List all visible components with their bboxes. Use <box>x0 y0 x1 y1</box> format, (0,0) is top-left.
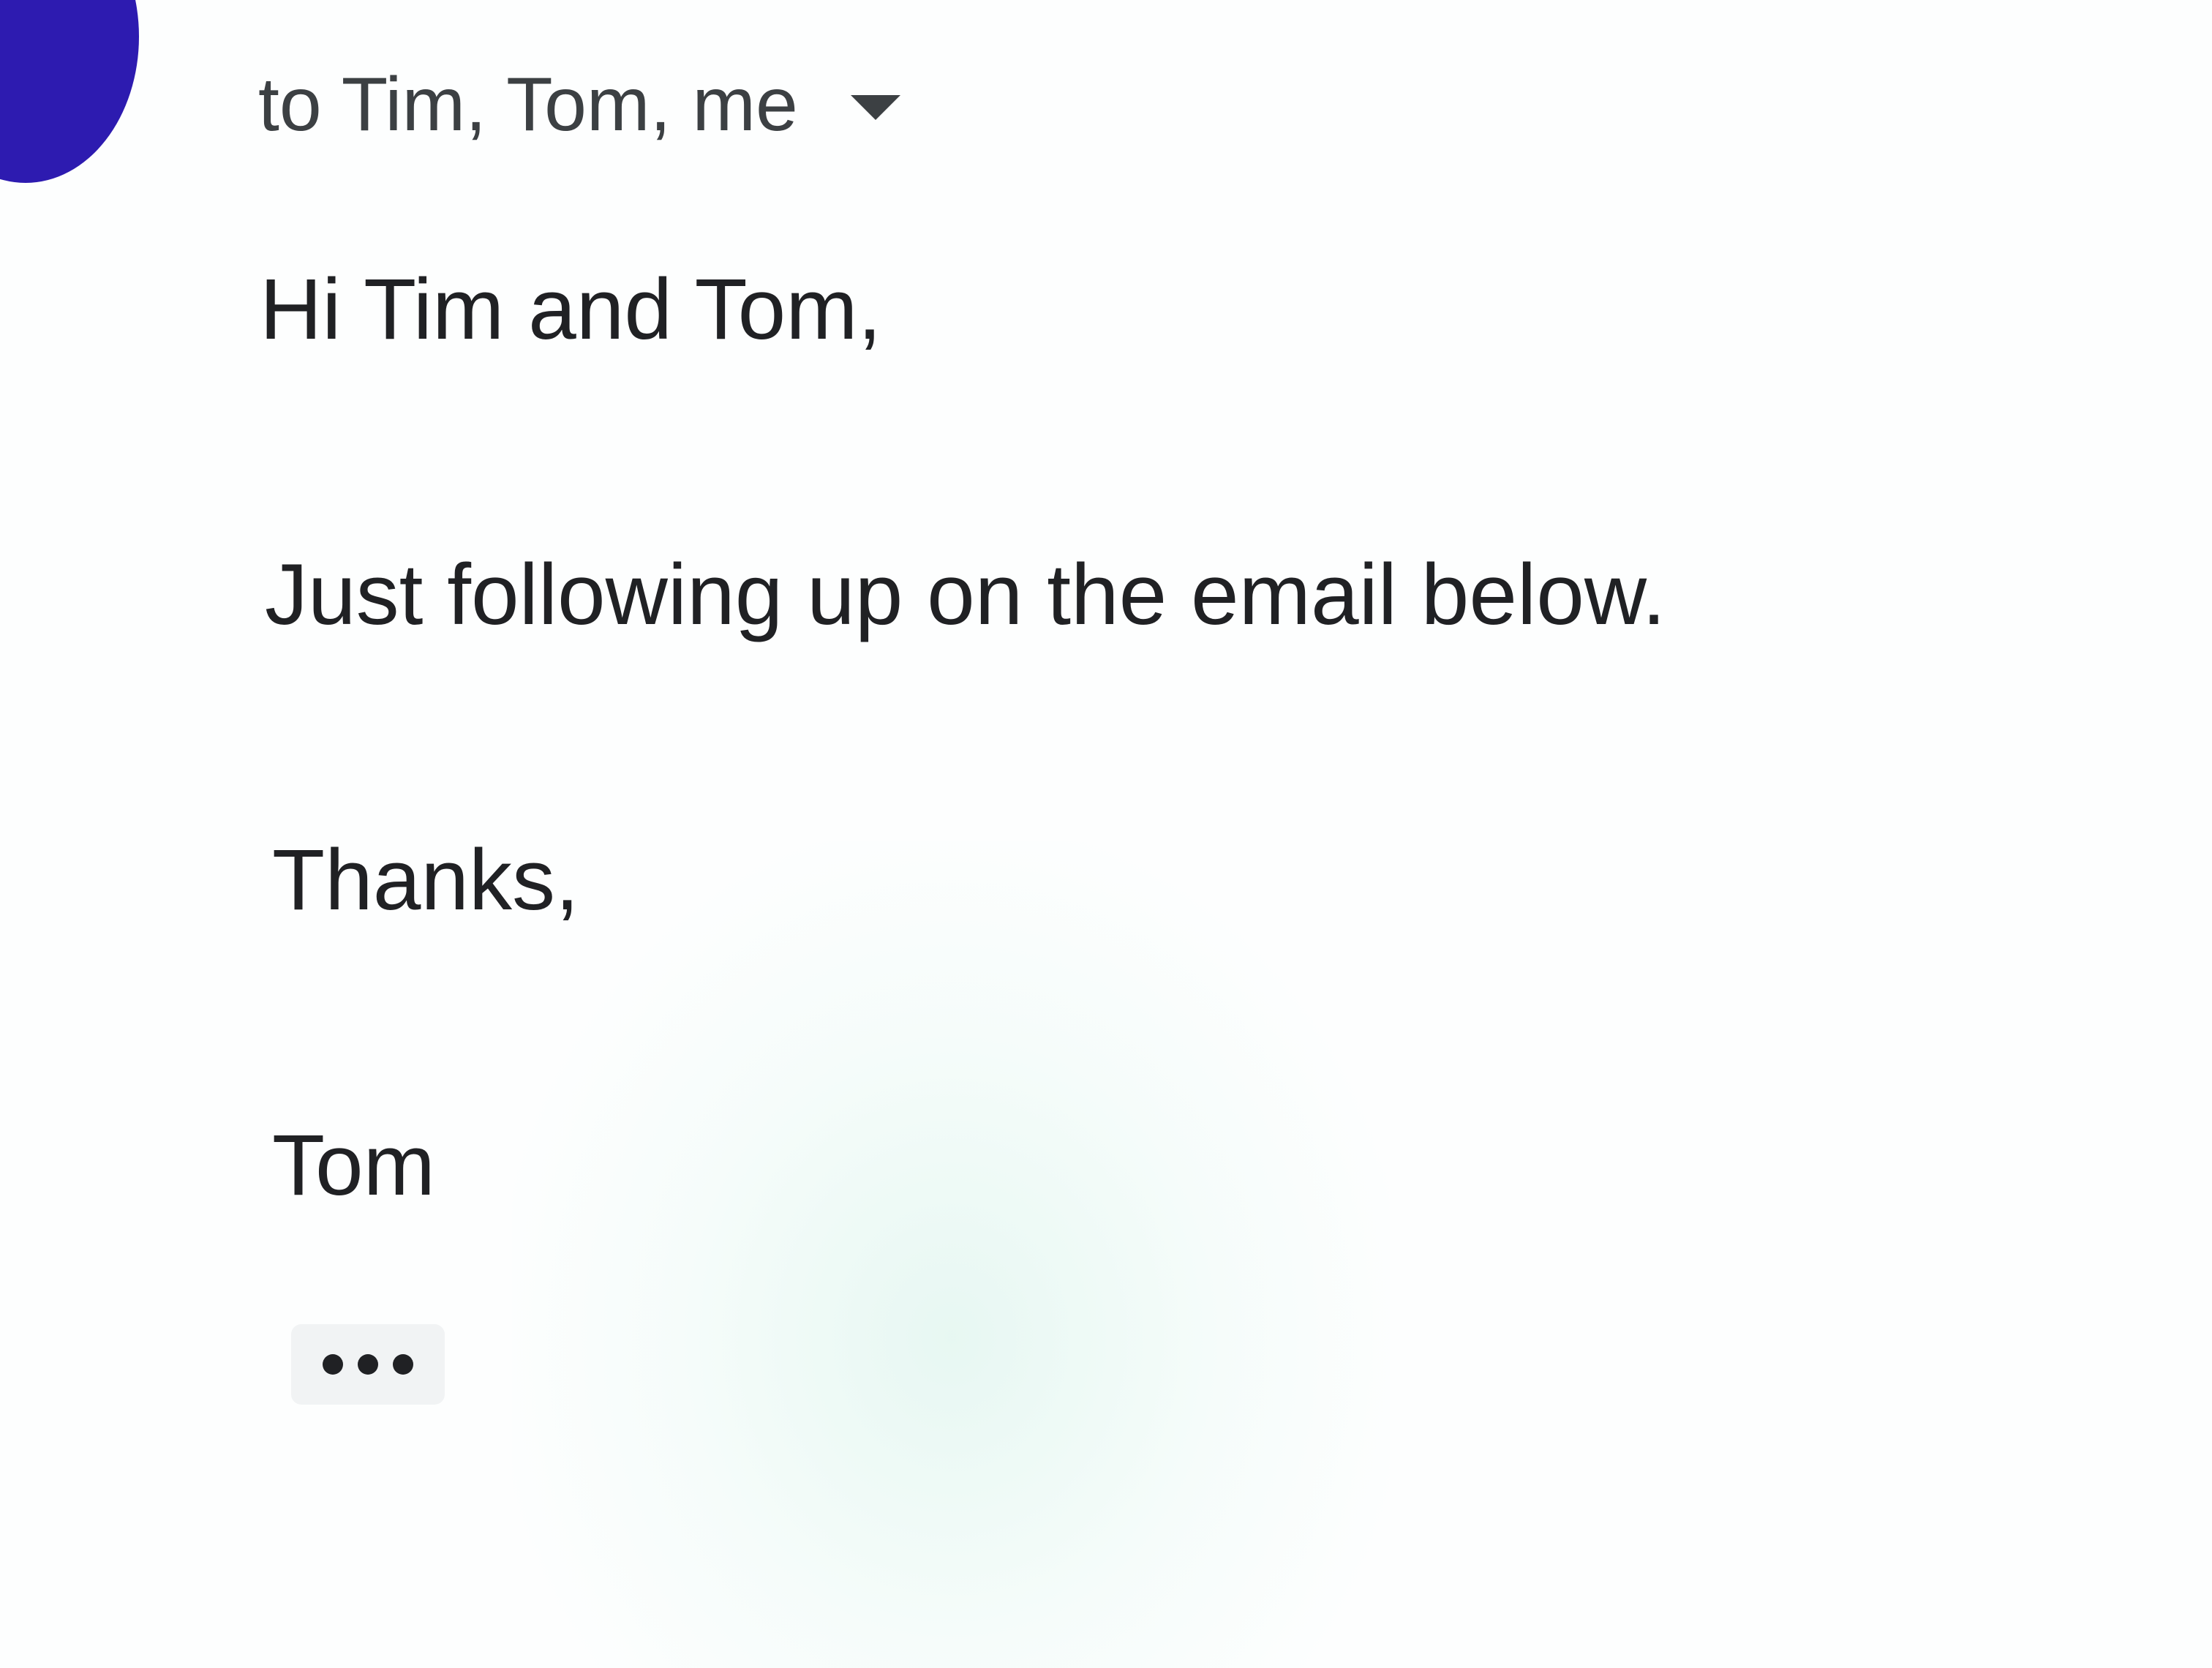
dot <box>358 1354 378 1375</box>
message-body: Just following up on the email below. <box>265 546 1666 643</box>
sender-avatar[interactable] <box>0 0 139 183</box>
more-horizontal-icon <box>323 1354 413 1375</box>
message-greeting: Hi Tim and Tom, <box>260 261 882 358</box>
show-trimmed-content-button[interactable] <box>291 1324 445 1405</box>
recipients-label: to Tim, Tom, me <box>258 61 798 147</box>
recipients-row: to Tim, Tom, me <box>258 57 900 152</box>
message-signature: Tom <box>272 1117 435 1214</box>
dot <box>323 1354 343 1375</box>
screen-moire-overlay <box>512 841 1390 1668</box>
email-message-view: to Tim, Tom, me Hi Tim and Tom, Just fol… <box>0 0 2212 1668</box>
caret-down-icon[interactable] <box>850 95 900 120</box>
message-signoff: Thanks, <box>272 832 579 928</box>
dot <box>393 1354 413 1375</box>
